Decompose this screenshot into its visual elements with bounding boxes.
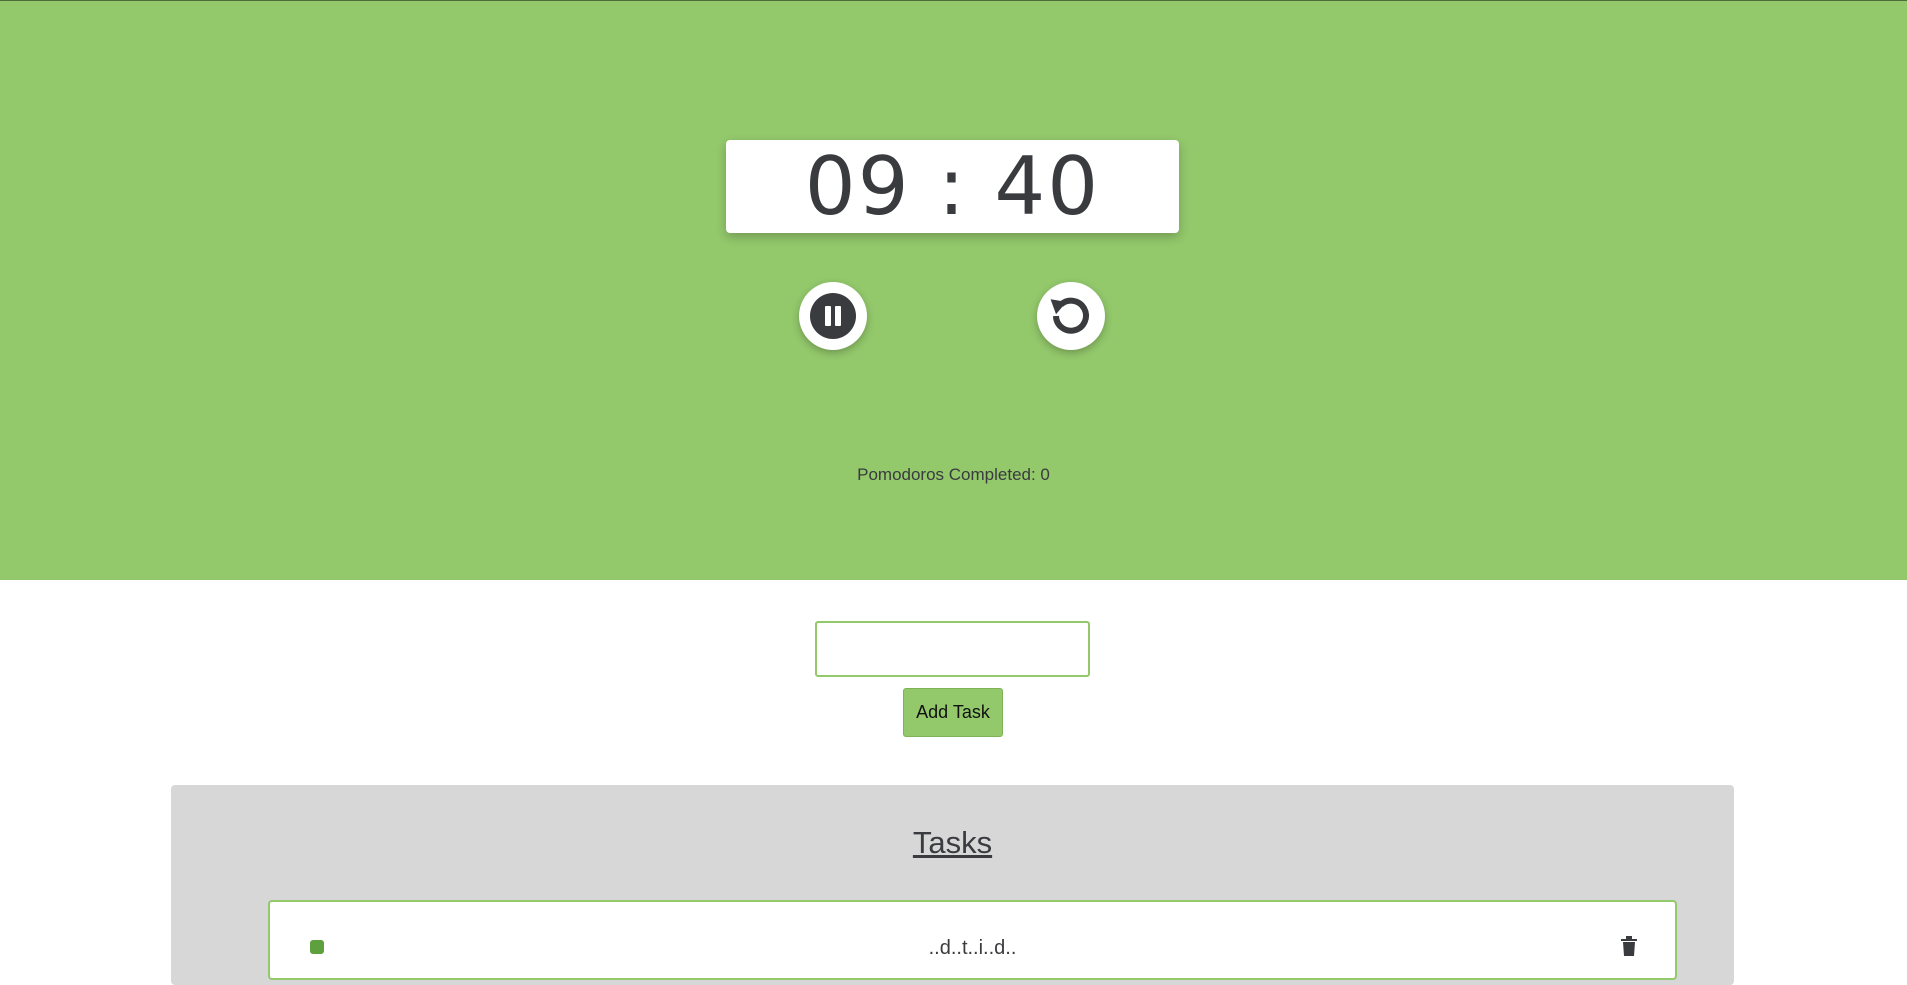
tasks-panel: Tasks ..d..t..i..d.. [171,785,1734,985]
task-item: ..d..t..i..d.. [268,900,1677,980]
reset-icon [1050,297,1089,334]
reset-button[interactable] [1037,282,1105,350]
timer-display: 09 : 40 [804,139,1101,233]
tasks-title: Tasks [912,825,993,860]
add-task-button[interactable]: Add Task [903,688,1003,737]
task-text: ..d..t..i..d.. [928,937,1017,959]
timer-card: 09 : 40 [726,140,1179,233]
trash-icon[interactable] [1620,936,1638,956]
pause-icon [810,293,856,339]
pause-button[interactable] [799,282,867,350]
timer-section: 09 : 40 Pomodoros Completed: 0 [0,0,1907,580]
task-input[interactable] [815,621,1090,677]
pomodoros-completed: Pomodoros Completed: 0 [857,465,1050,484]
